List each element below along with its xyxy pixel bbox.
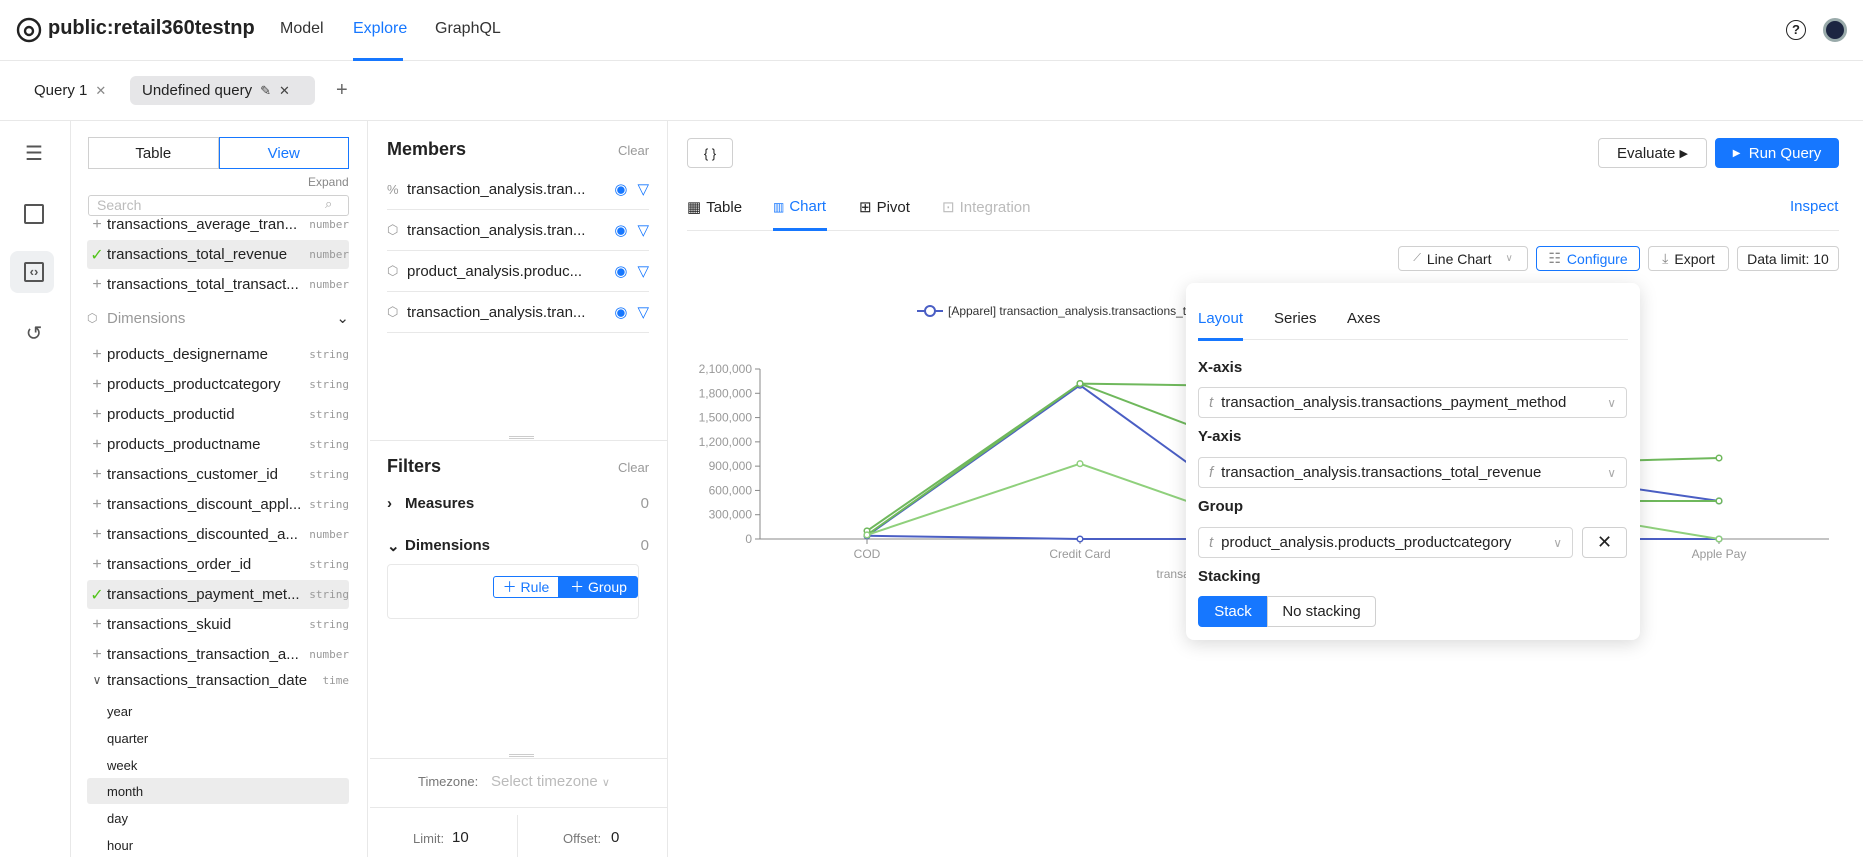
- config-tab-axes[interactable]: Axes: [1347, 310, 1380, 327]
- string-type-icon: t: [1209, 534, 1214, 551]
- configure-popover: Layout Series Axes X-axis t transaction_a…: [1186, 283, 1640, 640]
- xaxis-value: transaction_analysis.transactions_paymen…: [1221, 394, 1567, 411]
- x-tick-label: Credit Card: [1049, 547, 1110, 561]
- y-tick-label: 300,000: [709, 508, 753, 522]
- yaxis-label: Y-axis: [1198, 428, 1242, 445]
- chevron-down-icon: ∨: [1607, 465, 1616, 480]
- y-tick-label: 900,000: [709, 459, 753, 473]
- yaxis-select[interactable]: f transaction_analysis.transactions_total…: [1198, 457, 1627, 488]
- string-type-icon: t: [1209, 394, 1214, 411]
- no-stacking-option[interactable]: No stacking: [1267, 596, 1376, 627]
- config-tab-series[interactable]: Series: [1274, 310, 1317, 327]
- chevron-down-icon: ∨: [1553, 535, 1562, 550]
- y-tick-label: 2,100,000: [699, 362, 753, 376]
- xaxis-select[interactable]: t transaction_analysis.transactions_payme…: [1198, 387, 1627, 418]
- stacking-label: Stacking: [1198, 568, 1261, 585]
- data-point: [1076, 460, 1084, 468]
- data-point: [1076, 380, 1084, 388]
- group-label: Group: [1198, 498, 1243, 515]
- x-tick-label: Apple Pay: [1692, 547, 1747, 561]
- yaxis-value: transaction_analysis.transactions_total_…: [1221, 464, 1542, 481]
- x-tick-label: COD: [854, 547, 881, 561]
- legend-swatch-marker: [924, 305, 936, 317]
- config-tab-layout[interactable]: Layout: [1198, 310, 1243, 327]
- data-point: [1715, 535, 1723, 543]
- group-value: product_analysis.products_productcategor…: [1221, 534, 1512, 551]
- chevron-down-icon: ∨: [1607, 395, 1616, 410]
- function-type-icon: f: [1209, 464, 1214, 481]
- y-tick-label: 1,200,000: [699, 435, 753, 449]
- y-tick-label: 1,500,000: [699, 411, 753, 425]
- y-tick-label: 600,000: [709, 483, 753, 497]
- config-tabs-divider: [1198, 339, 1628, 340]
- data-point: [863, 531, 871, 539]
- config-tab-indicator: [1198, 338, 1243, 341]
- y-tick-label: 1,800,000: [699, 386, 753, 400]
- data-point: [1076, 535, 1084, 543]
- close-icon: ✕: [1596, 532, 1613, 552]
- xaxis-label: X-axis: [1198, 359, 1243, 376]
- stack-option[interactable]: Stack: [1198, 596, 1268, 627]
- clear-group-button[interactable]: ✕: [1582, 527, 1627, 558]
- data-point: [1715, 497, 1723, 505]
- group-select[interactable]: t product_analysis.products_productcatego…: [1198, 527, 1573, 558]
- y-tick-label: 0: [745, 532, 752, 546]
- data-point: [1715, 454, 1723, 462]
